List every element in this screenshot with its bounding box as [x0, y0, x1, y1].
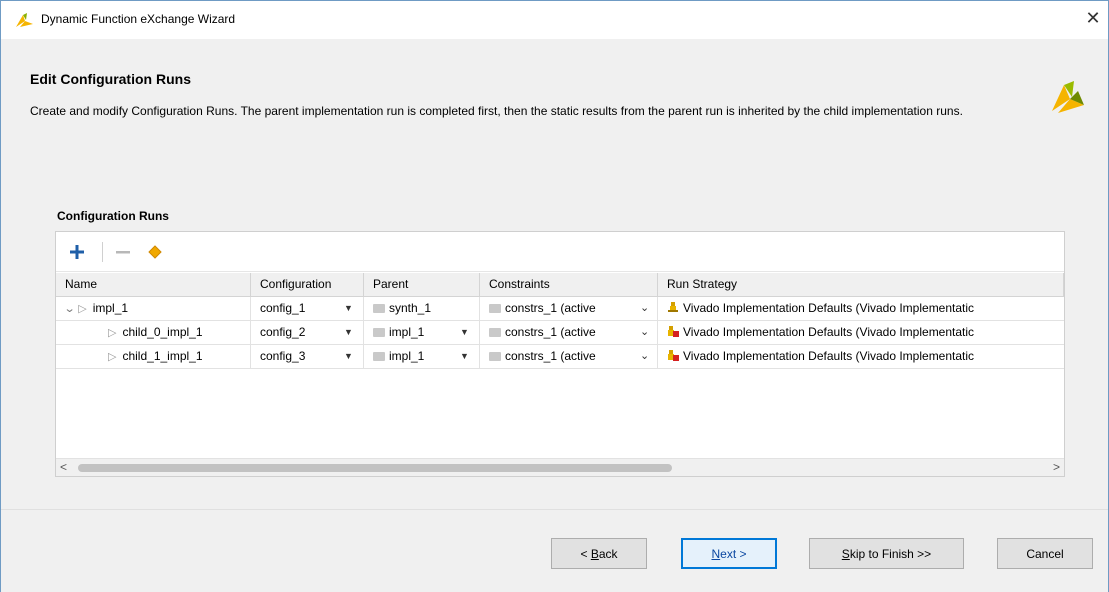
- cancel-button[interactable]: Cancel: [997, 538, 1093, 569]
- title-bar: Dynamic Function eXchange Wizard ✕: [1, 1, 1108, 39]
- wizard-footer: < Back Next > Skip to Finish >> Cancel: [1, 509, 1108, 592]
- configuration-cell[interactable]: config_3 ▼: [251, 345, 364, 369]
- back-prefix: <: [580, 546, 591, 561]
- configuration-value: config_3: [260, 349, 306, 363]
- dropdown-arrow-icon[interactable]: ▼: [344, 321, 353, 344]
- vivado-logo-icon: [16, 13, 33, 27]
- skip-rest: kip to Finish >>: [849, 546, 932, 561]
- strategy-value: Vivado Implementation Defaults (Vivado I…: [683, 349, 975, 363]
- skip-to-finish-button[interactable]: Skip to Finish >>: [809, 538, 964, 569]
- constraints-cell[interactable]: constrs_1 (active ⌄: [480, 345, 658, 369]
- chevron-down-icon[interactable]: ⌄: [640, 345, 649, 368]
- column-header-name[interactable]: Name: [56, 273, 251, 297]
- run-triangle-icon: ▷: [108, 351, 117, 363]
- run-name: child_1_impl_1: [122, 349, 203, 363]
- constraints-value: constrs_1 (active: [505, 325, 596, 339]
- dropdown-arrow-icon[interactable]: ▼: [460, 345, 469, 368]
- folder-icon: [489, 328, 501, 337]
- chevron-down-icon[interactable]: ⌄: [64, 298, 76, 321]
- vivado-logo-icon: [1052, 81, 1084, 113]
- name-cell: ⌄ ▷ impl_1: [56, 297, 251, 321]
- configuration-runs-panel: Name Configuration Parent Constraints Ru…: [55, 231, 1065, 477]
- configuration-cell[interactable]: config_2 ▼: [251, 321, 364, 345]
- skip-mnemonic: S: [841, 546, 850, 561]
- strategy-value: Vivado Implementation Defaults (Vivado I…: [683, 301, 975, 315]
- name-cell: ▷ child_0_impl_1: [56, 321, 251, 345]
- table-row[interactable]: ▷ child_1_impl_1 config_3 ▼ impl_1 ▼ cons…: [56, 345, 1064, 369]
- scrollbar-thumb[interactable]: [78, 464, 672, 472]
- column-header-parent[interactable]: Parent: [364, 273, 480, 297]
- page-description: Create and modify Configuration Runs. Th…: [30, 104, 963, 118]
- constraints-value: constrs_1 (active: [505, 349, 596, 363]
- folder-icon: [373, 328, 385, 337]
- parent-cell: synth_1: [364, 297, 480, 321]
- scroll-left-icon[interactable]: <: [60, 460, 67, 474]
- close-button[interactable]: ✕: [1082, 8, 1104, 30]
- run-name: child_0_impl_1: [122, 325, 203, 339]
- configuration-value: config_1: [260, 301, 306, 315]
- locked-strategy-icon: [668, 326, 679, 337]
- strategy-value: Vivado Implementation Defaults (Vivado I…: [683, 325, 975, 339]
- parent-value: impl_1: [389, 349, 425, 363]
- chevron-down-icon[interactable]: ⌄: [640, 321, 649, 344]
- section-label: Configuration Runs: [57, 209, 169, 223]
- table-row[interactable]: ⌄ ▷ impl_1 config_1 ▼ synth_1 constrs_1 (a…: [56, 297, 1064, 321]
- horizontal-scrollbar[interactable]: < >: [56, 458, 1064, 476]
- table-toolbar: [56, 232, 1064, 272]
- toolbar-separator: [102, 242, 103, 262]
- next-rest: ext >: [720, 546, 747, 561]
- wizard-window: Dynamic Function eXchange Wizard ✕ Edit …: [0, 0, 1109, 592]
- next-button[interactable]: Next >: [681, 538, 777, 569]
- column-header-run-strategy[interactable]: Run Strategy: [658, 273, 1064, 297]
- dropdown-arrow-icon[interactable]: ▼: [460, 321, 469, 344]
- configuration-value: config_2: [260, 325, 306, 339]
- dropdown-arrow-icon[interactable]: ▼: [344, 297, 353, 320]
- column-header-configuration[interactable]: Configuration: [251, 273, 364, 297]
- column-header-constraints[interactable]: Constraints: [480, 273, 658, 297]
- scroll-right-icon[interactable]: >: [1053, 460, 1060, 474]
- folder-icon: [373, 304, 385, 313]
- dropdown-arrow-icon[interactable]: ▼: [344, 345, 353, 368]
- configuration-cell[interactable]: config_1 ▼: [251, 297, 364, 321]
- table-row[interactable]: ▷ child_0_impl_1 config_2 ▼ impl_1 ▼ cons…: [56, 321, 1064, 345]
- page-title: Edit Configuration Runs: [30, 71, 191, 87]
- table-header: Name Configuration Parent Constraints Ru…: [56, 273, 1064, 297]
- window-title: Dynamic Function eXchange Wizard: [41, 12, 236, 26]
- back-button[interactable]: < Back: [551, 538, 647, 569]
- constraints-value: constrs_1 (active: [505, 301, 596, 315]
- folder-icon: [489, 304, 501, 313]
- back-mnemonic: B: [590, 546, 599, 561]
- run-triangle-icon: ▷: [108, 327, 117, 339]
- wizard-content: Configuration Runs Name Configuration Pa…: [1, 159, 1108, 509]
- strategy-pawn-icon: [668, 302, 678, 312]
- chevron-down-icon[interactable]: ⌄: [640, 297, 649, 320]
- run-triangle-icon: ▷: [78, 303, 87, 315]
- parent-value: impl_1: [389, 325, 425, 339]
- locked-strategy-icon: [668, 350, 679, 361]
- constraints-cell[interactable]: constrs_1 (active ⌄: [480, 297, 658, 321]
- folder-icon: [489, 352, 501, 361]
- run-name: impl_1: [92, 301, 129, 315]
- folder-icon: [373, 352, 385, 361]
- minus-icon[interactable]: [112, 241, 134, 263]
- parent-value: synth_1: [389, 301, 432, 315]
- parent-cell[interactable]: impl_1 ▼: [364, 345, 480, 369]
- constraints-cell[interactable]: constrs_1 (active ⌄: [480, 321, 658, 345]
- next-mnemonic: N: [711, 546, 721, 561]
- name-cell: ▷ child_1_impl_1: [56, 345, 251, 369]
- parent-cell[interactable]: impl_1 ▼: [364, 321, 480, 345]
- wizard-header: Edit Configuration Runs Create and modif…: [1, 39, 1108, 159]
- strategy-cell[interactable]: Vivado Implementation Defaults (Vivado I…: [658, 345, 1064, 369]
- plus-icon[interactable]: [66, 241, 88, 263]
- diamond-icon[interactable]: [144, 241, 166, 263]
- strategy-cell[interactable]: Vivado Implementation Defaults (Vivado I…: [658, 321, 1064, 345]
- strategy-cell[interactable]: Vivado Implementation Defaults (Vivado I…: [658, 297, 1064, 321]
- back-rest: ack: [598, 546, 618, 561]
